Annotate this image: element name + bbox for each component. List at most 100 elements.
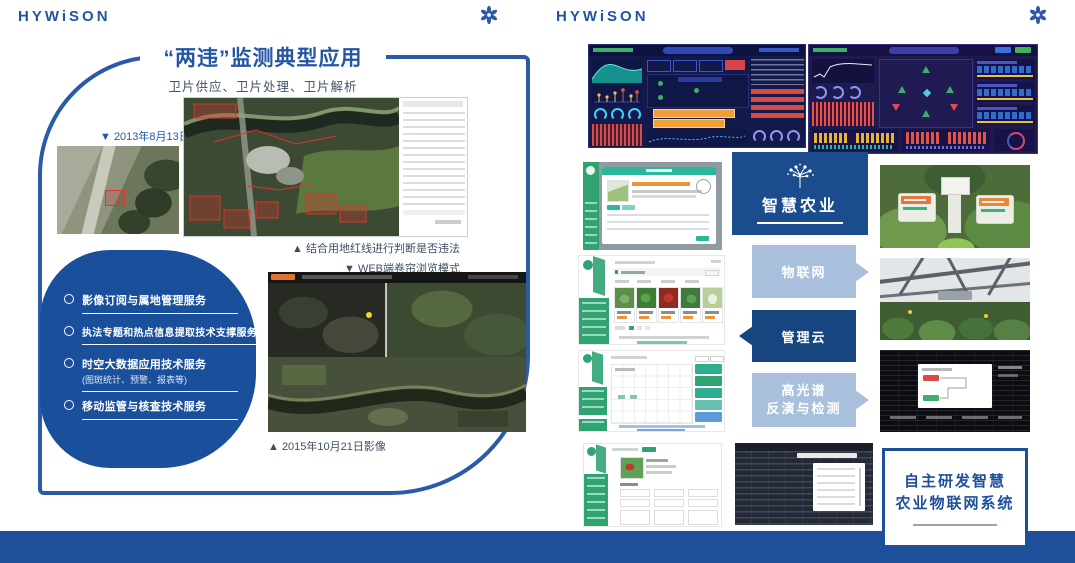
stat-chip [647,60,671,72]
lollipop-chart [592,85,642,105]
arrow-left-icon [739,326,753,346]
bullet-circle-icon [64,400,74,410]
flow-diagram-panel [647,74,749,108]
service-underline [82,419,238,420]
ring-diagram [994,129,1035,151]
app-sidebar [583,162,599,250]
stat-list [751,59,804,85]
service-item: 执法专题和热点信息提取技术支撑服务 [64,324,238,345]
map-left-half [268,283,386,357]
area-chart [592,59,642,83]
arrow-right-icon [855,390,869,410]
flow-label-line2: 反演与检测 [766,400,841,418]
services-panel: 影像订阅与属地管理服务 执法专题和热点信息提取技术支撑服务 时空大数据应用技术服… [40,250,256,468]
trend-sparkline [647,129,747,146]
app-logo-circle [583,260,593,270]
arrow-right-icon [855,262,869,282]
app-menu [579,419,607,431]
service-label: 影像订阅与属地管理服务 [82,292,238,308]
flow-box-cloud: 管理云 [752,310,856,362]
flow-box-iot: 物联网 [752,245,856,298]
form-field [688,499,718,507]
modal-dialog [602,167,716,244]
form-field [620,499,650,507]
service-label: 时空大数据应用技术服务 [82,356,238,372]
satellite-photo-2013 [57,146,179,234]
page-right: HYWiSON [540,0,1075,563]
pinwheel-logo-icon [479,5,499,25]
alert-row [751,97,804,102]
form-textarea [688,510,718,525]
bar-row-panel [975,105,1035,125]
service-underline [82,391,238,392]
product-card [636,287,657,323]
app-screenshot-calendar [578,350,725,432]
alert-row [751,113,804,118]
app-screenshot-form [583,443,722,527]
caption-redline: ▲ 结合用地红线进行判断是否违法 [188,240,460,256]
flow-main-label: 智慧农业 [762,192,838,216]
flow-main-underline [757,222,843,224]
gauges-row [812,85,874,99]
gauges-row [592,107,644,121]
bullet-circle-icon [64,326,74,336]
page-left: HYWiSON “两违”监测典型应用 卫片供应、卫片处理、卫片解析 ▼ 2013… [0,0,540,563]
dashboard-screenshot-1 [588,44,806,148]
app-logo-circle [587,447,596,456]
app-ribbon [593,256,605,296]
map-right-half [386,283,526,357]
curtain-divider [385,283,387,357]
side-card [695,364,722,374]
footer-box-underline [913,524,997,526]
form-field [654,489,684,497]
red-heatmap [592,124,642,146]
sensor-head [941,177,970,195]
toolbar-chip-blue [995,47,1011,53]
calendar-grid [611,364,693,424]
roof-strut [987,258,1012,296]
app-screenshot-products [578,255,725,345]
stat-chip [673,60,697,72]
web-curtain-screenshot [268,272,526,432]
red-dot-grid [812,102,874,126]
table-modal [813,463,865,511]
product-card [658,287,679,323]
line-chart [812,59,874,83]
app-logo-circle [583,354,592,363]
flow-box-hyperspectral: 高光谱 反演与检测 [752,373,856,427]
sensor-box-left [898,193,936,222]
dashboard-title-pill [663,47,733,54]
bar-row-panel [975,82,1035,102]
sensor-device-photo [880,165,1030,248]
dark-table-screenshot [735,443,873,525]
footer-box-line1: 自主研发智慧 [904,471,1006,494]
product-card [614,287,635,323]
form-textarea [654,510,684,525]
orange-bar [653,119,725,128]
plants-row [880,302,1030,340]
app-menu [579,298,609,345]
flow-label: 物联网 [781,262,826,281]
footer-box-line2: 农业物联网系统 [895,493,1014,516]
flow-modal [918,364,992,408]
bullet-circle-icon [64,358,74,368]
slide: HYWiSON “两违”监测典型应用 卫片供应、卫片处理、卫片解析 ▼ 2013… [0,0,1075,563]
app-menu [579,387,607,415]
service-note: (图斑统计、预警、报表等) [82,373,238,386]
scatter-panel [879,59,973,128]
product-card [680,287,701,323]
monitor-dark-screenshot [880,350,1030,432]
app-menu [584,474,608,526]
form-field [688,489,718,497]
foreground-leaf [928,223,984,248]
hanging-sensors [938,291,972,300]
greenhouse-photo [880,258,1030,340]
pagination [615,326,675,331]
caption-2015: ▲ 2015年10月21日影像 [268,438,386,454]
service-item: 时空大数据应用技术服务 (图斑统计、预警、报表等) [64,356,238,392]
smart-agri-tree-icon [781,163,819,189]
side-card [695,388,722,398]
form-field [654,499,684,507]
gauges-row [751,129,804,143]
gis-screenshot [183,97,468,237]
